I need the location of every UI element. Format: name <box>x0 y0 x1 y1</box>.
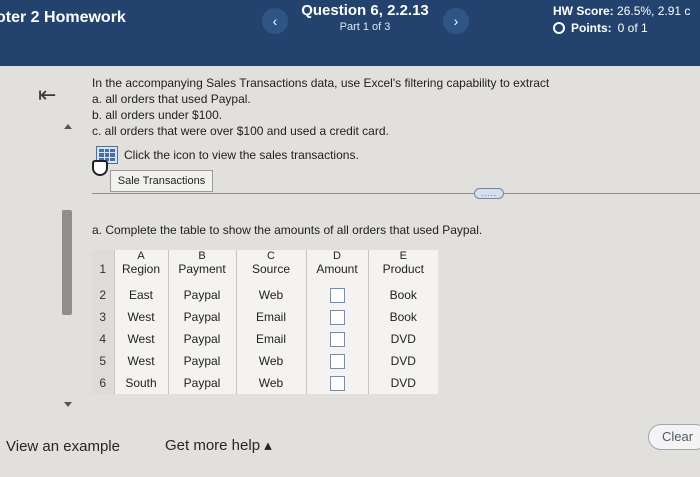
cell-product: DVD <box>390 354 416 368</box>
cell-payment: Paypal <box>168 350 237 372</box>
sale-transactions-button[interactable]: Sale Transactions <box>110 170 213 192</box>
next-question-button[interactable]: › <box>443 8 469 34</box>
question-part: Part 1 of 3 <box>339 21 391 33</box>
get-more-help-button[interactable]: Get more help ▴ <box>165 436 272 454</box>
scrollbar[interactable] <box>62 120 72 410</box>
cell-product: DVD <box>390 376 416 390</box>
row-number: 3 <box>92 306 115 328</box>
cell-source: Email <box>236 306 307 328</box>
section-divider <box>92 193 700 194</box>
amount-input[interactable] <box>329 353 345 369</box>
previous-question-button[interactable]: ‹ <box>262 8 288 34</box>
assignment-title[interactable]: oter 2 Homework <box>0 9 126 27</box>
table-header-row: 1 Region Payment Source Amount Product <box>92 262 438 284</box>
amount-input[interactable] <box>329 375 345 391</box>
data-link-text: Click the icon to view the sales transac… <box>124 148 359 162</box>
cell-region: West <box>114 306 169 328</box>
cell-region: East <box>114 284 169 306</box>
column-letter-row: A B C D E <box>92 250 438 262</box>
data-link-row: Click the icon to view the sales transac… <box>96 146 359 164</box>
cell-payment: Paypal <box>168 306 237 328</box>
points: Points: 0 of 1 <box>553 21 648 35</box>
view-example-link[interactable]: View an example <box>6 438 120 455</box>
answer-table: A B C D E 1 Region Payment Source Amount… <box>92 250 438 394</box>
scroll-down-icon[interactable] <box>64 402 72 407</box>
col-letter: A <box>114 250 169 262</box>
cell-region: South <box>114 372 169 394</box>
amount-input[interactable] <box>329 309 345 325</box>
row-number: 6 <box>92 372 115 394</box>
header-region: Region <box>114 262 169 284</box>
points-value: 0 of 1 <box>617 21 648 35</box>
cell-payment: Paypal <box>168 284 237 306</box>
scroll-thumb[interactable] <box>62 210 72 315</box>
row-number: 5 <box>92 350 115 372</box>
cell-amount <box>306 284 369 306</box>
row-number: 4 <box>92 328 115 350</box>
cell-payment: Paypal <box>168 328 237 350</box>
expand-more-button[interactable]: ..... <box>474 188 504 199</box>
col-letter: D <box>306 250 369 262</box>
points-label: Points: <box>571 21 612 35</box>
cell-source: Email <box>236 328 307 350</box>
question-title: Question 6, 2.2.13 <box>301 2 429 19</box>
amount-input[interactable] <box>329 287 345 303</box>
cell-amount <box>306 306 369 328</box>
cell-amount <box>306 350 369 372</box>
table-row: 4 West Paypal Email DVD <box>92 328 438 350</box>
table-row: 5 West Paypal Web DVD <box>92 350 438 372</box>
cell-amount <box>306 372 369 394</box>
header-source: Source <box>236 262 307 284</box>
cell-product: Book <box>389 310 417 324</box>
hand-cursor-icon <box>92 160 108 176</box>
question-item-a: a. all orders that used Paypal. <box>92 92 251 106</box>
table-row: 3 West Paypal Email Book <box>92 306 438 328</box>
corner-cell <box>92 250 115 262</box>
collapse-panel-icon[interactable]: ⇤ <box>38 82 56 108</box>
cell-region: West <box>114 350 169 372</box>
question-item-c: c. all orders that were over $100 and us… <box>92 124 389 138</box>
col-letter: C <box>236 250 307 262</box>
hw-score: HW Score: 26.5%, 2.91 c <box>553 4 690 18</box>
cell-product: Book <box>389 288 417 302</box>
question-item-b: b. all orders under $100. <box>92 108 223 122</box>
cell-source: Web <box>236 372 307 394</box>
col-letter: E <box>399 249 407 262</box>
cell-region: West <box>114 328 169 350</box>
row-number: 1 <box>92 262 115 284</box>
cell-product: DVD <box>390 332 416 346</box>
scroll-up-icon[interactable] <box>64 124 72 129</box>
points-ring-icon <box>553 22 565 34</box>
cell-source: Web <box>236 350 307 372</box>
amount-input[interactable] <box>329 331 345 347</box>
header-product: Product <box>382 262 424 276</box>
cell-amount <box>306 328 369 350</box>
hw-score-label: HW Score: <box>553 4 614 18</box>
clear-button[interactable]: Clear <box>648 424 700 450</box>
header-amount: Amount <box>306 262 369 284</box>
table-row: 2 East Paypal Web Book <box>92 284 438 306</box>
question-intro: In the accompanying Sales Transactions d… <box>92 76 550 90</box>
cell-source: Web <box>236 284 307 306</box>
row-number: 2 <box>92 284 115 306</box>
cell-payment: Paypal <box>168 372 237 394</box>
part-a-instruction: a. Complete the table to show the amount… <box>92 223 483 237</box>
header-payment: Payment <box>168 262 237 284</box>
col-letter: B <box>168 250 237 262</box>
top-bar: oter 2 Homework ‹ Question 6, 2.2.13 Par… <box>0 0 700 66</box>
hw-score-value: 26.5%, 2.91 c <box>617 4 691 18</box>
table-row: 6 South Paypal Web DVD <box>92 372 438 394</box>
question-text: In the accompanying Sales Transactions d… <box>92 75 549 139</box>
